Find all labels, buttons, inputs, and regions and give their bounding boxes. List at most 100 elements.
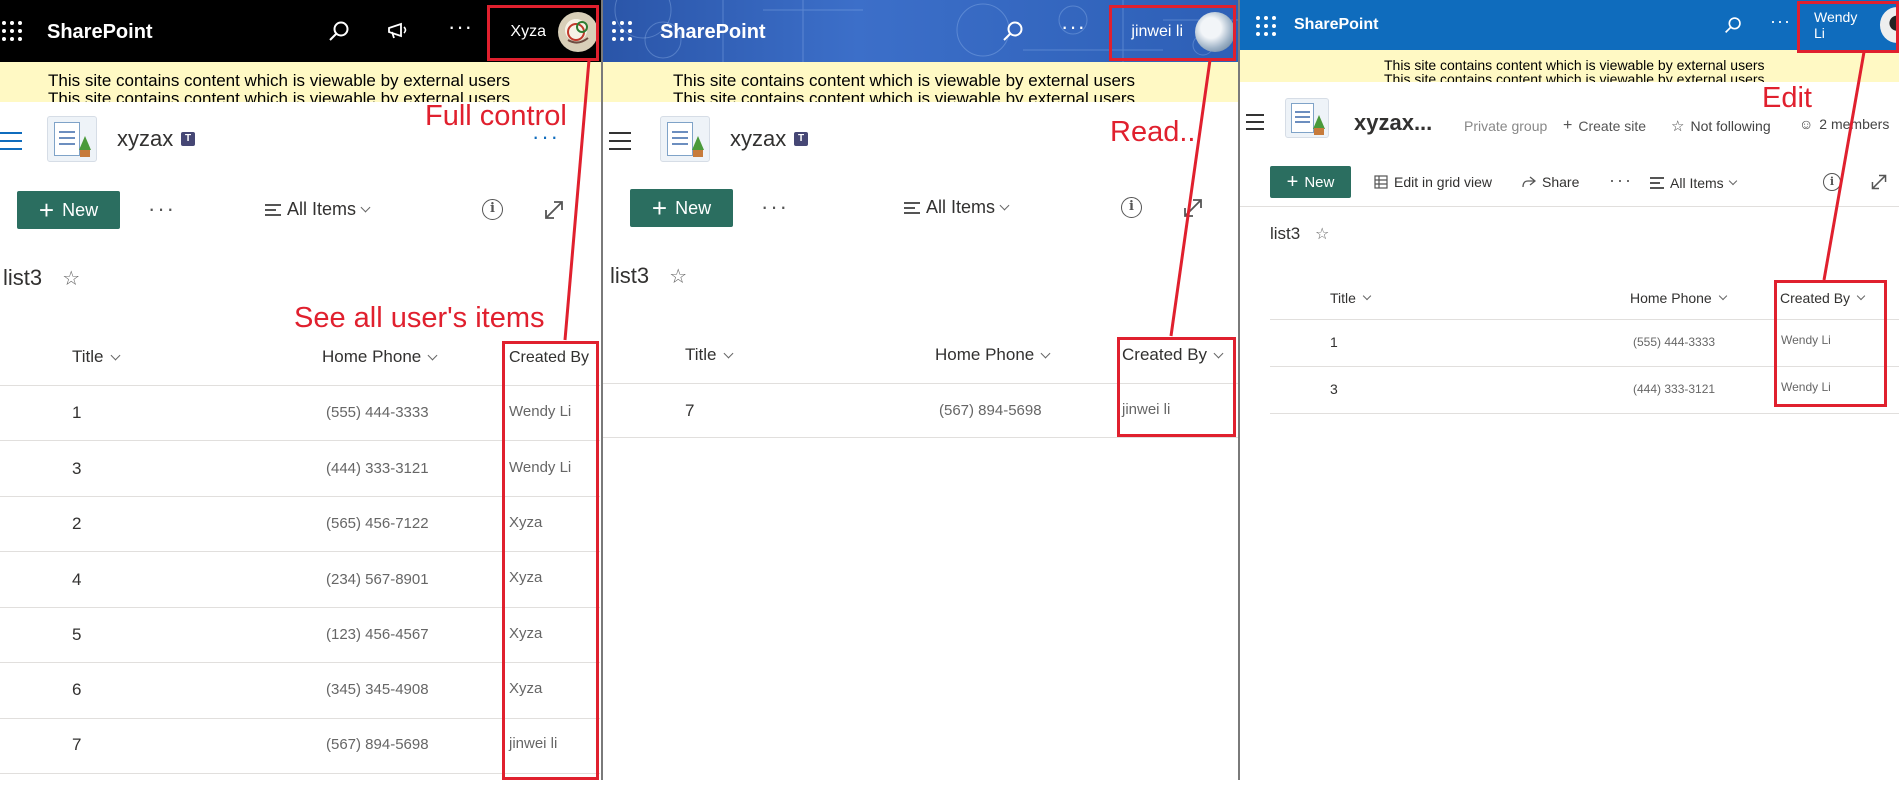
- column-header-title[interactable]: Title: [685, 345, 733, 365]
- list-title: list3 ☆: [1270, 224, 1329, 244]
- site-name[interactable]: xyzax...: [1354, 110, 1432, 136]
- plus-icon: +: [1286, 171, 1299, 193]
- info-icon[interactable]: i: [1121, 197, 1142, 218]
- waffle-icon[interactable]: [612, 21, 632, 41]
- list-view-icon: [1650, 174, 1664, 192]
- star-icon[interactable]: ☆: [62, 268, 80, 290]
- view-selector[interactable]: All Items: [904, 197, 1010, 218]
- more-icon[interactable]: ···: [148, 196, 176, 222]
- list-title-text: list3: [3, 265, 43, 290]
- annotation-full-control: Full control: [425, 100, 567, 132]
- create-site-button[interactable]: + Create site: [1563, 117, 1646, 135]
- waffle-icon[interactable]: [2, 21, 22, 41]
- more-icon[interactable]: ···: [1609, 170, 1633, 191]
- annotation-read: Read..: [1110, 116, 1196, 148]
- view-label: All Items: [1670, 175, 1724, 191]
- list-view-icon: [265, 201, 281, 219]
- panel-read: SharePoint ··· jinwei li This site conta…: [603, 0, 1239, 792]
- highlight-created-by-column: [1117, 337, 1236, 437]
- follow-button[interactable]: ☆ Not following: [1671, 117, 1771, 135]
- list-title-text: list3: [610, 263, 650, 288]
- chevron-down-icon: [999, 200, 1010, 211]
- plus-icon: +: [38, 195, 55, 225]
- hamburger-icon[interactable]: [609, 132, 631, 156]
- chevron-down-icon: [427, 350, 438, 360]
- info-icon[interactable]: i: [1823, 173, 1841, 191]
- chevron-down-icon: [1040, 348, 1051, 358]
- panel-full-control: SharePoint ··· Xyza This site contains c…: [0, 0, 601, 792]
- megaphone-icon[interactable]: [387, 22, 411, 40]
- brand-name[interactable]: SharePoint: [1294, 16, 1378, 34]
- list-title: list3 ☆: [610, 263, 687, 289]
- new-button[interactable]: + New: [17, 191, 120, 229]
- hamburger-icon[interactable]: [0, 132, 22, 156]
- site-name[interactable]: xyzax: [117, 126, 173, 152]
- external-users-banner: This site contains content which is view…: [0, 62, 601, 102]
- banner-text: This site contains content which is view…: [48, 71, 511, 90]
- plus-icon: +: [1563, 117, 1573, 134]
- expand-icon[interactable]: [1182, 197, 1204, 219]
- annotation-see-all-items: See all user's items: [294, 302, 545, 334]
- highlight-account: [1797, 1, 1899, 53]
- site-logo[interactable]: [1285, 98, 1329, 138]
- search-icon[interactable]: [1724, 16, 1742, 34]
- view-selector[interactable]: All Items: [1650, 174, 1737, 192]
- banner-text-overflow: This site contains content which is view…: [1384, 71, 1765, 82]
- view-selector[interactable]: All Items: [265, 199, 371, 220]
- column-header-home-phone[interactable]: Home Phone: [322, 347, 438, 367]
- brand-name[interactable]: SharePoint: [660, 21, 766, 44]
- list-title-text: list3: [1270, 224, 1301, 243]
- info-icon[interactable]: i: [482, 199, 503, 220]
- new-label: New: [675, 197, 712, 218]
- edit-grid-button[interactable]: Edit in grid view: [1374, 174, 1492, 190]
- chevron-down-icon: [110, 350, 120, 360]
- new-button[interactable]: + New: [630, 189, 733, 227]
- more-icon[interactable]: ···: [761, 194, 789, 220]
- chevron-down-icon: [723, 348, 733, 358]
- chevron-down-icon: [1362, 291, 1372, 301]
- column-header-title[interactable]: Title: [1330, 290, 1372, 306]
- expand-icon[interactable]: [1870, 173, 1888, 191]
- column-header-home-phone[interactable]: Home Phone: [1630, 290, 1727, 306]
- command-divider: [1240, 206, 1899, 207]
- site-logo[interactable]: [47, 116, 97, 162]
- site-name[interactable]: xyzax: [730, 126, 786, 152]
- chevron-down-icon: [360, 202, 371, 213]
- members-button[interactable]: ☺ 2 members: [1799, 116, 1889, 132]
- highlight-account: [487, 5, 599, 61]
- search-icon[interactable]: [328, 20, 350, 42]
- new-label: New: [62, 199, 99, 220]
- star-icon: ☆: [1671, 118, 1685, 135]
- plus-icon: +: [651, 193, 668, 223]
- more-icon[interactable]: ···: [1061, 16, 1086, 38]
- group-label: Private group: [1464, 118, 1548, 134]
- star-icon[interactable]: ☆: [1315, 226, 1329, 243]
- view-label: All Items: [926, 197, 996, 217]
- new-button[interactable]: + New: [1270, 166, 1351, 198]
- hamburger-icon[interactable]: [1246, 114, 1264, 136]
- teams-icon[interactable]: T: [181, 132, 195, 146]
- expand-icon[interactable]: [543, 199, 565, 221]
- column-header-home-phone[interactable]: Home Phone: [935, 345, 1051, 365]
- search-icon[interactable]: [1002, 20, 1024, 42]
- highlight-created-by-column: [502, 341, 599, 780]
- view-label: All Items: [287, 199, 357, 219]
- waffle-icon[interactable]: [1256, 16, 1276, 36]
- teams-icon[interactable]: T: [794, 132, 808, 146]
- list-view-icon: [904, 199, 920, 217]
- brand-name[interactable]: SharePoint: [47, 21, 153, 44]
- highlight-created-by-column: [1774, 280, 1887, 407]
- banner-text: This site contains content which is view…: [673, 71, 1136, 90]
- site-logo[interactable]: [660, 116, 710, 162]
- share-button[interactable]: Share: [1521, 174, 1579, 190]
- panel-edit: SharePoint ··· Wendy Li This site contai…: [1240, 0, 1899, 792]
- highlight-account: [1109, 5, 1236, 61]
- column-header-title[interactable]: Title: [72, 347, 120, 367]
- chevron-down-icon: [1728, 176, 1737, 186]
- chevron-down-icon: [1718, 291, 1727, 301]
- more-icon[interactable]: ···: [1770, 12, 1791, 30]
- star-icon[interactable]: ☆: [669, 266, 687, 288]
- more-icon[interactable]: ···: [448, 16, 473, 38]
- new-label: New: [1304, 173, 1335, 191]
- external-users-banner: This site contains content which is view…: [1240, 50, 1899, 82]
